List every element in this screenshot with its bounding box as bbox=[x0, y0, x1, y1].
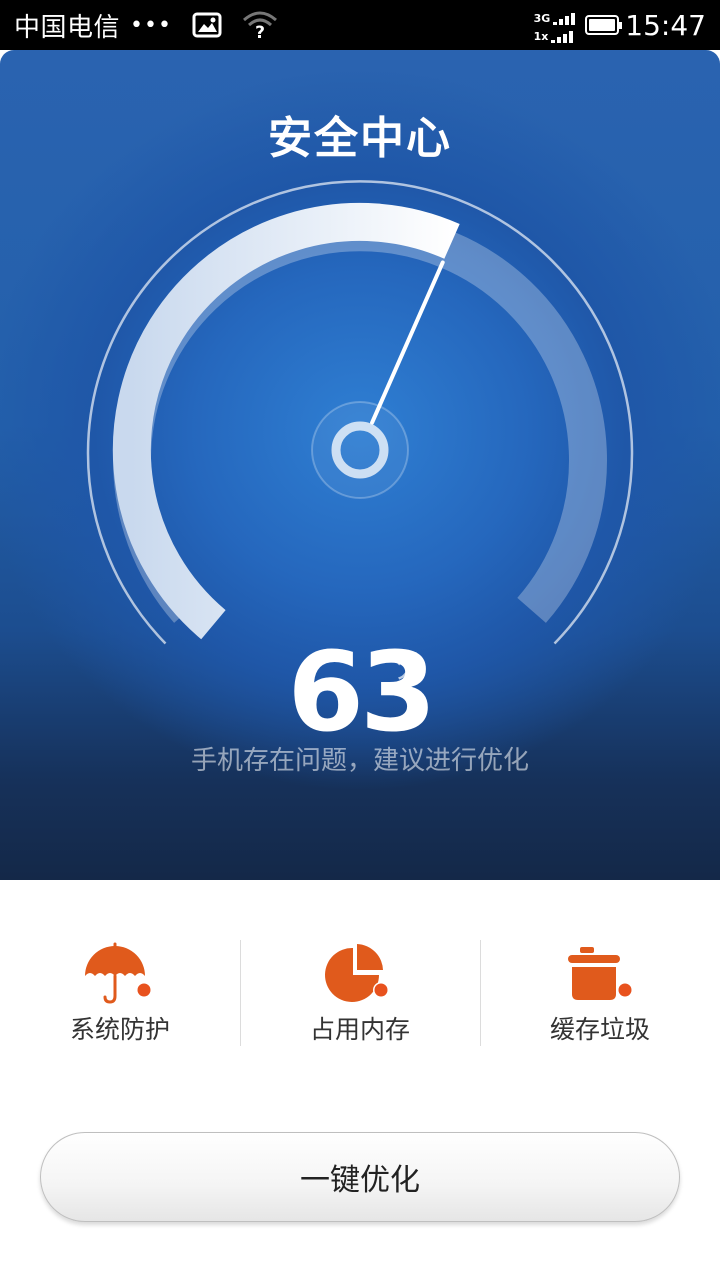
network-type-3g: 3G bbox=[533, 12, 551, 25]
more-notifications-icon: ••• bbox=[130, 12, 172, 38]
status-time: 15:47 bbox=[625, 8, 706, 42]
wifi-unknown-icon: ? bbox=[242, 10, 278, 40]
gauge-needle bbox=[370, 260, 445, 425]
umbrella-icon bbox=[83, 940, 157, 1006]
one-click-optimize-button[interactable]: 一键优化 bbox=[40, 1132, 680, 1222]
tool-label: 占用内存 bbox=[309, 1015, 410, 1044]
score-hint: 手机存在问题，建议进行优化 bbox=[190, 746, 529, 776]
pie-chart-icon bbox=[323, 940, 397, 1006]
gauge-fill bbox=[112, 203, 460, 640]
tool-label: 系统防护 bbox=[69, 1015, 170, 1044]
tool-label: 缓存垃圾 bbox=[549, 1015, 650, 1044]
tool-system-protection[interactable]: 系统防护 bbox=[0, 940, 240, 1046]
svg-text:?: ? bbox=[255, 23, 265, 40]
score-display: 63 分 bbox=[0, 628, 720, 756]
signal-indicator: 3G 1x bbox=[534, 7, 576, 43]
score-unit: 分 bbox=[396, 650, 426, 685]
tool-memory-usage[interactable]: 占用内存 bbox=[240, 940, 480, 1046]
carrier-name: 中国电信 bbox=[14, 12, 121, 43]
gauge-hub-halo bbox=[311, 401, 409, 499]
signal-bars-icon bbox=[553, 13, 576, 25]
picture-notification-icon bbox=[192, 12, 222, 38]
signal-bars-icon bbox=[551, 31, 574, 43]
battery-icon bbox=[585, 15, 623, 35]
trash-bin-icon bbox=[563, 940, 637, 1006]
status-bar: 中国电信 ••• ? 3G 1x 15:47 bbox=[0, 0, 720, 50]
tool-grid: 系统防护 占用内存 缓存垃圾 bbox=[0, 940, 720, 1046]
security-score-panel: 安全中心 63 分 手机存在问题，建议进行优化 bbox=[0, 50, 720, 880]
tool-cache-cleanup[interactable]: 缓存垃圾 bbox=[480, 940, 720, 1046]
network-type-1x: 1x bbox=[533, 30, 549, 43]
